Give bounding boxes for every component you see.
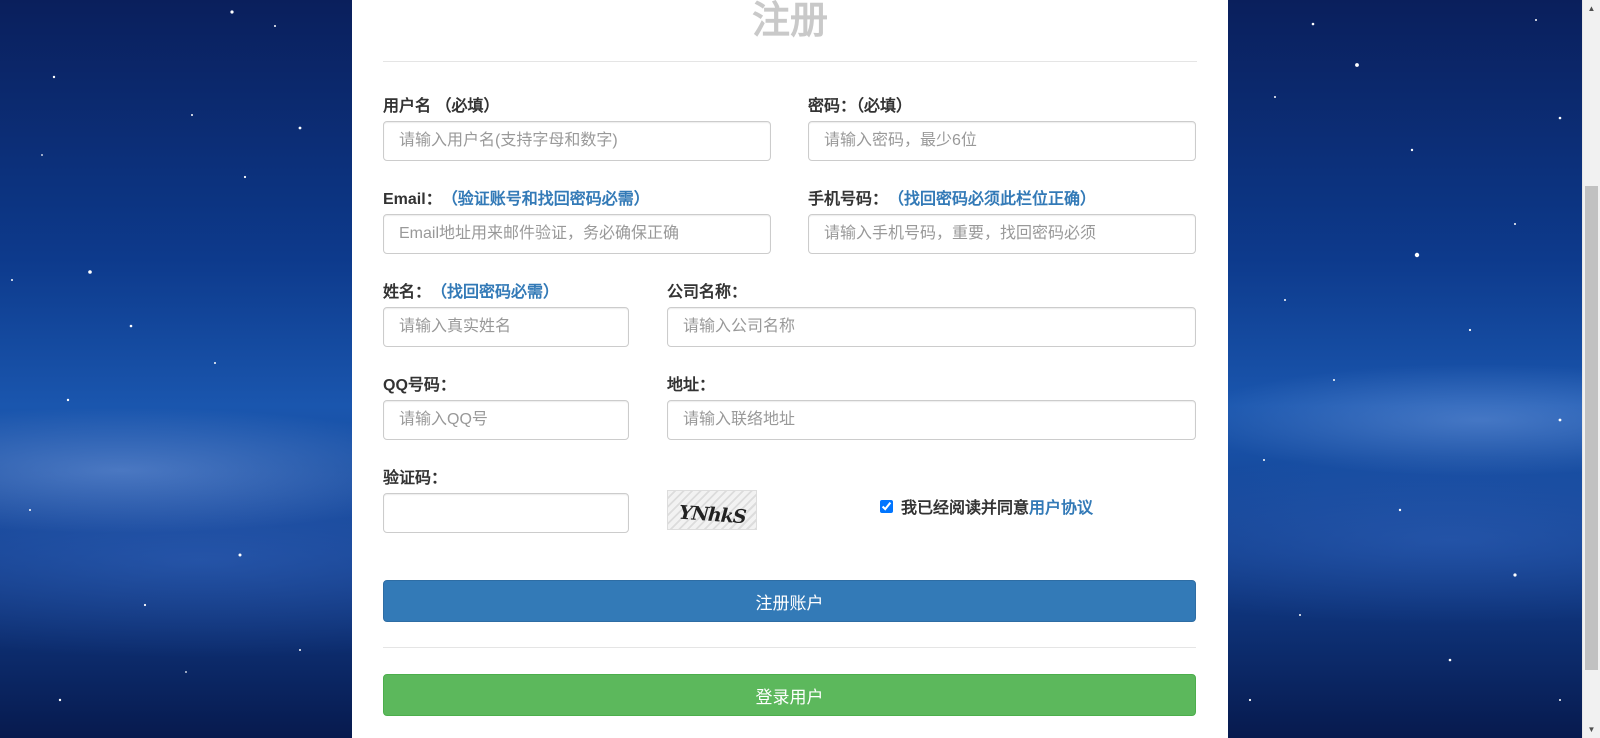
address-input[interactable]	[667, 400, 1196, 440]
user-agreement-link[interactable]: 用户协议	[1029, 494, 1093, 518]
captcha-image[interactable]: YNhkS	[667, 490, 757, 530]
page-title: 注册	[383, 0, 1197, 62]
agree-text: 我已经阅读并同意	[901, 500, 1030, 517]
agreement: 我已经阅读并同意 用户协议	[880, 494, 1093, 518]
scroll-thumb[interactable]	[1585, 186, 1598, 670]
address-label: 地址：	[667, 377, 716, 394]
email-label-text: Email：	[383, 191, 442, 208]
name-label-text: 姓名：	[383, 284, 432, 301]
email-label: Email： （验证账号和找回密码必需）	[383, 185, 650, 209]
username-input[interactable]	[383, 121, 771, 161]
phone-input[interactable]	[808, 214, 1196, 254]
captcha-text: YNhkS	[677, 501, 746, 529]
qq-label: QQ号码：	[383, 377, 456, 394]
register-panel: 注册 用户名 （必填） 密码：（必填） Email：（验证账号和找回密码必需） …	[352, 0, 1228, 738]
company-input[interactable]	[667, 307, 1196, 347]
scroll-up-icon[interactable]: ▲	[1583, 0, 1600, 17]
scrollbar[interactable]: ▲ ▼	[1582, 0, 1600, 738]
name-label: 姓名： （找回密码必需）	[383, 278, 559, 302]
name-hint: （找回密码必需）	[439, 284, 560, 301]
phone-hint: （找回密码必须此栏位正确）	[896, 191, 1097, 208]
login-button[interactable]: 登录用户	[383, 674, 1196, 716]
divider	[383, 647, 1196, 648]
password-input[interactable]	[808, 121, 1196, 161]
agree-checkbox[interactable]	[880, 499, 893, 513]
register-button[interactable]: 注册账户	[383, 580, 1196, 622]
name-input[interactable]	[383, 307, 629, 347]
phone-label: 手机号码： （找回密码必须此栏位正确）	[808, 185, 1096, 209]
username-label: 用户名 （必填）	[383, 98, 500, 115]
email-hint: （验证账号和找回密码必需）	[449, 191, 650, 208]
captcha-input[interactable]	[383, 493, 629, 533]
password-label: 密码：（必填）	[808, 98, 913, 115]
email-input[interactable]	[383, 214, 771, 254]
scroll-down-icon[interactable]: ▼	[1583, 721, 1600, 738]
qq-input[interactable]	[383, 400, 629, 440]
company-label: 公司名称：	[667, 284, 748, 301]
captcha-label: 验证码：	[383, 470, 448, 487]
phone-label-text: 手机号码：	[808, 191, 889, 208]
